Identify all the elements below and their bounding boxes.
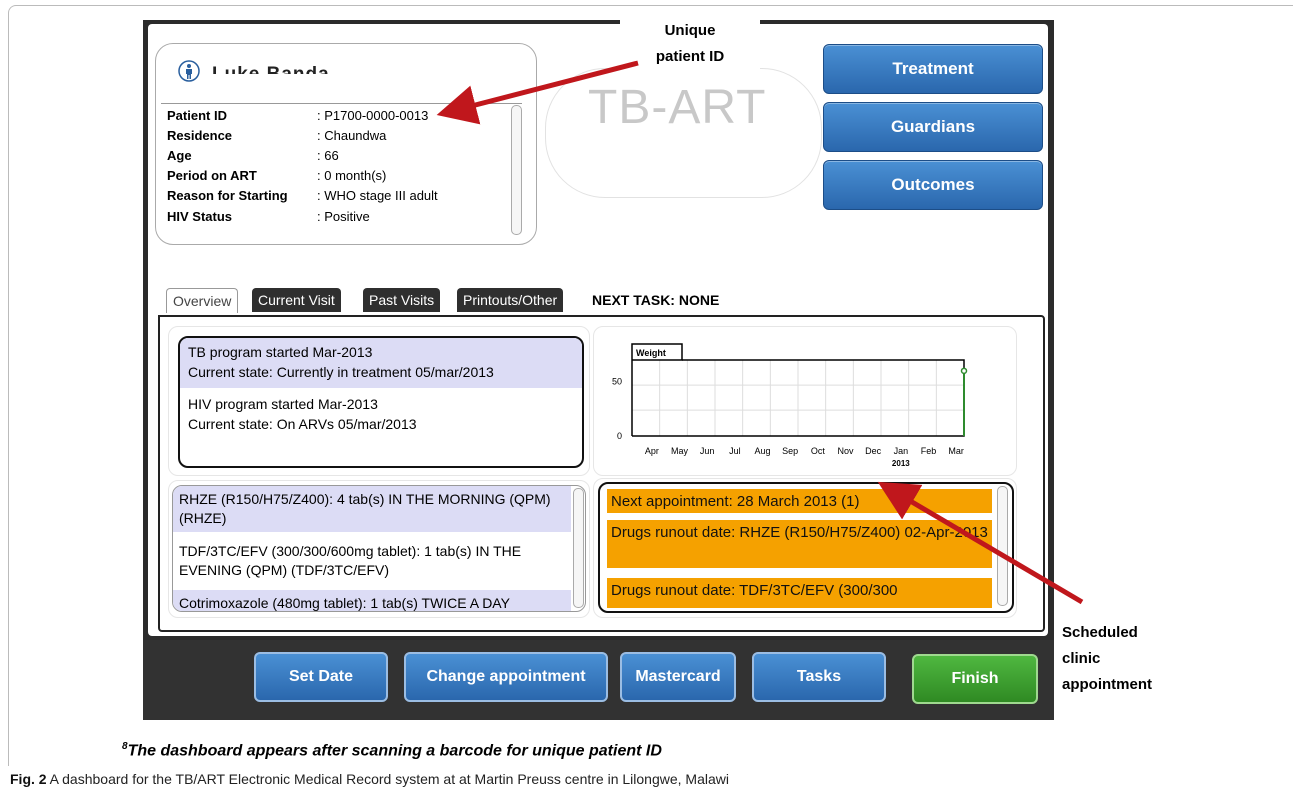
footnote-text: The dashboard appears after scanning a b… xyxy=(127,742,662,760)
footnote: 8The dashboard appears after scanning a … xyxy=(122,741,662,760)
arrow-to-patient-id xyxy=(436,60,639,125)
figure-caption: Fig. 2 A dashboard for the TB/ART Electr… xyxy=(10,771,729,787)
annotation-arrows xyxy=(436,60,1084,605)
caption-text: A dashboard for the TB/ART Electronic Me… xyxy=(46,771,729,787)
caption-label: Fig. 2 xyxy=(10,771,47,787)
arrow-to-appointment xyxy=(877,481,1084,605)
